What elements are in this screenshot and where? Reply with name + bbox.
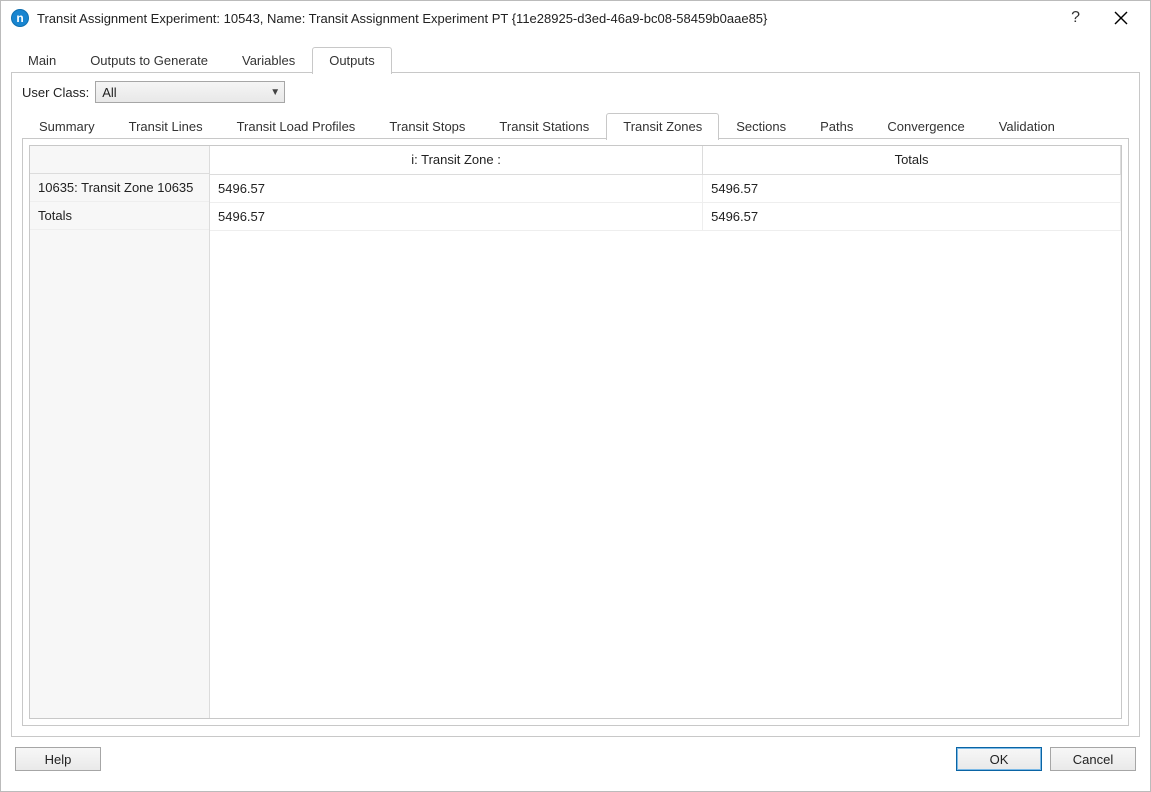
user-class-row: User Class: All ▼ xyxy=(22,81,1129,103)
titlebar: n Transit Assignment Experiment: 10543, … xyxy=(1,1,1150,35)
row-header-0[interactable]: 10635: Transit Zone 10635 xyxy=(30,174,209,202)
top-tabs: Main Outputs to Generate Variables Outpu… xyxy=(11,45,1140,73)
subtab-transit-stops[interactable]: Transit Stops xyxy=(372,113,482,139)
help-icon[interactable]: ? xyxy=(1065,5,1086,31)
subtab-paths[interactable]: Paths xyxy=(803,113,870,139)
subtab-validation[interactable]: Validation xyxy=(982,113,1072,139)
help-button[interactable]: Help xyxy=(15,747,101,771)
cell-0-1[interactable]: 5496.57 xyxy=(703,174,1121,202)
dialog-footer: Help OK Cancel xyxy=(11,737,1140,781)
tab-main[interactable]: Main xyxy=(11,47,73,73)
cell-1-0[interactable]: 5496.57 xyxy=(210,202,703,230)
data-area: i: Transit Zone : Totals 5496.57 5496.57 xyxy=(210,146,1121,718)
col-header-1[interactable]: Totals xyxy=(703,146,1121,174)
column-header-row: i: Transit Zone : Totals xyxy=(210,146,1121,174)
subtab-transit-zones[interactable]: Transit Zones xyxy=(606,113,719,140)
window-title: Transit Assignment Experiment: 10543, Na… xyxy=(37,11,767,26)
tab-variables[interactable]: Variables xyxy=(225,47,312,73)
client-area: Main Outputs to Generate Variables Outpu… xyxy=(1,35,1150,791)
chevron-down-icon: ▼ xyxy=(270,87,280,98)
subtab-sections[interactable]: Sections xyxy=(719,113,803,139)
subtab-transit-load-profiles[interactable]: Transit Load Profiles xyxy=(220,113,373,139)
user-class-label: User Class: xyxy=(22,85,89,100)
subtab-summary[interactable]: Summary xyxy=(22,113,112,139)
cell-0-0[interactable]: 5496.57 xyxy=(210,174,703,202)
cancel-button[interactable]: Cancel xyxy=(1050,747,1136,771)
dialog-window: n Transit Assignment Experiment: 10543, … xyxy=(0,0,1151,792)
row-header-corner xyxy=(30,146,209,174)
user-class-value: All xyxy=(102,85,116,100)
data-table: i: Transit Zone : Totals 5496.57 5496.57 xyxy=(210,146,1121,231)
row-header-column: 10635: Transit Zone 10635 Totals xyxy=(30,146,210,718)
output-sub-tabs: Summary Transit Lines Transit Load Profi… xyxy=(22,111,1129,139)
subtab-transit-stations[interactable]: Transit Stations xyxy=(482,113,606,139)
table-row[interactable]: 5496.57 5496.57 xyxy=(210,202,1121,230)
title-controls: ? xyxy=(1065,5,1142,31)
subtab-transit-lines[interactable]: Transit Lines xyxy=(112,113,220,139)
app-icon: n xyxy=(11,9,29,27)
close-icon[interactable] xyxy=(1108,7,1134,29)
user-class-combobox[interactable]: All ▼ xyxy=(95,81,285,103)
tab-outputs-to-generate[interactable]: Outputs to Generate xyxy=(73,47,225,73)
col-header-0[interactable]: i: Transit Zone : xyxy=(210,146,703,174)
ok-button[interactable]: OK xyxy=(956,747,1042,771)
transit-zones-panel: 10635: Transit Zone 10635 Totals i: Tran… xyxy=(22,139,1129,726)
table-row[interactable]: 5496.57 5496.57 xyxy=(210,174,1121,202)
data-grid[interactable]: 10635: Transit Zone 10635 Totals i: Tran… xyxy=(29,145,1122,719)
tab-outputs[interactable]: Outputs xyxy=(312,47,392,74)
row-header-1[interactable]: Totals xyxy=(30,202,209,230)
cell-1-1[interactable]: 5496.57 xyxy=(703,202,1121,230)
subtab-convergence[interactable]: Convergence xyxy=(870,113,981,139)
outputs-panel: User Class: All ▼ Summary Transit Lines … xyxy=(11,73,1140,737)
